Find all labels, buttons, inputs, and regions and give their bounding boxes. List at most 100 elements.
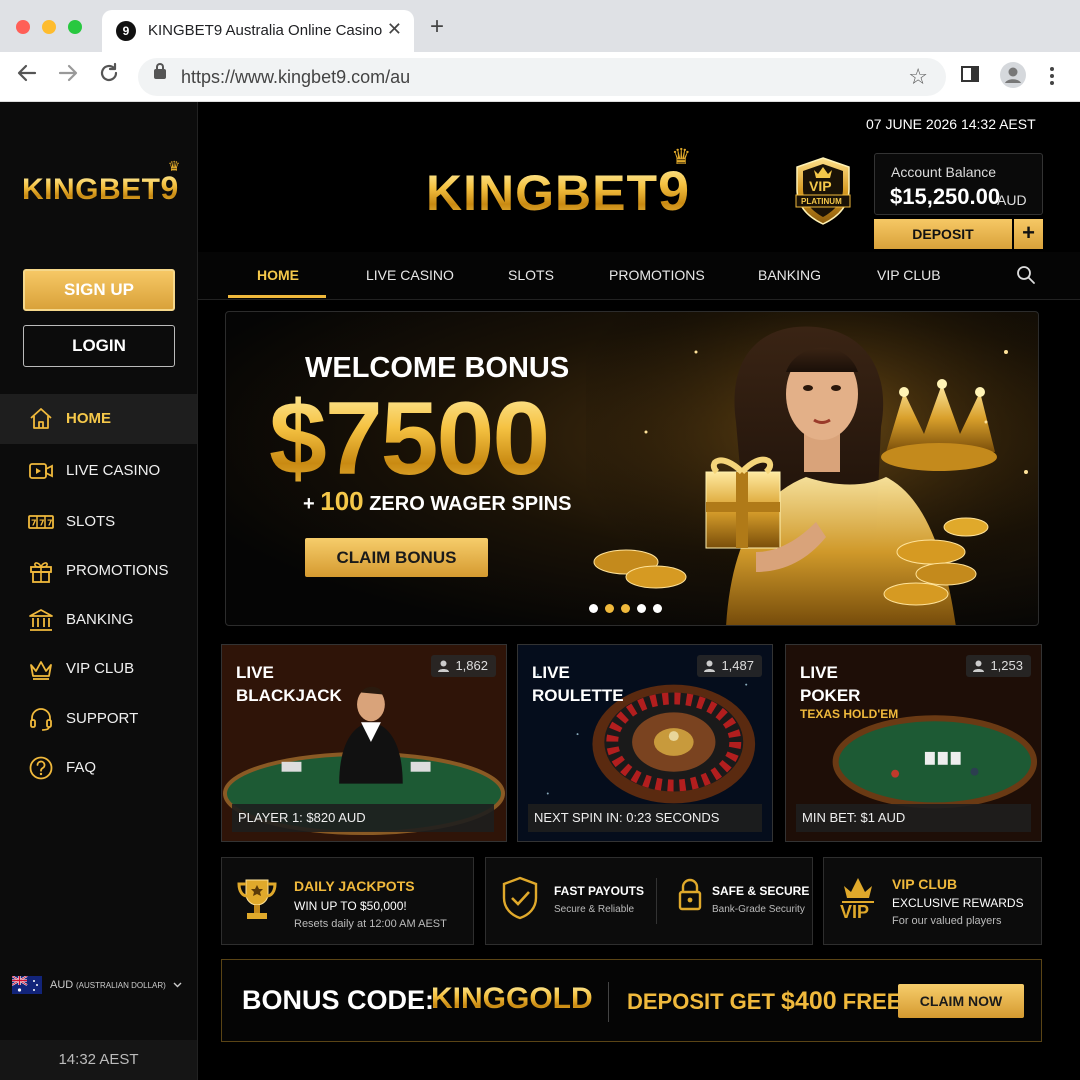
feature-small: Resets daily at 12:00 AM AEST	[294, 918, 447, 930]
feature-title: DAILY JACKPOTS	[294, 878, 415, 894]
sidebar-item-label: BANKING	[66, 611, 134, 628]
nav-promotions[interactable]: PROMOTIONS	[609, 267, 705, 283]
nav-active-indicator	[228, 295, 326, 298]
sidebar-clock: 14:32 AEST	[0, 1040, 197, 1080]
sidebar-item-home[interactable]: HOME	[0, 394, 197, 444]
feature-small: For our valued players	[892, 915, 1002, 927]
carousel-dot[interactable]	[589, 604, 598, 613]
hero-spins: + 100 ZERO WAGER SPINS	[303, 486, 571, 517]
tab-close-icon[interactable]: ✕	[387, 19, 402, 40]
reload-icon[interactable]	[98, 62, 120, 91]
profile-avatar-icon[interactable]	[1000, 62, 1026, 93]
main-logo[interactable]: KINGBET9 ♛	[426, 144, 691, 223]
side-panel-icon[interactable]	[960, 64, 980, 89]
carousel-dot[interactable]	[637, 604, 646, 613]
bonus-code-label: BONUS CODE:	[242, 985, 435, 1015]
headset-icon	[28, 706, 54, 732]
game-card-roulette[interactable]: LIVE ROULETTE 1,487 NEXT SPIN IN: 0:23 SE…	[517, 644, 773, 842]
sign-up-button[interactable]: SIGN UP	[23, 269, 175, 311]
game-card-title: LIVE BLACKJACK	[236, 661, 342, 707]
game-card-title: LIVE POKER	[800, 661, 860, 707]
header-datetime: 07 JUNE 2026 14:32 AEST	[866, 116, 1036, 132]
game-card-blackjack[interactable]: LIVE BLACKJACK 1,862 PLAYER 1: $820 AUD	[221, 644, 507, 842]
browser-tab[interactable]: 9 KINGBET9 Australia Online Casino ✕	[102, 10, 414, 52]
browser-tab-bar: 9 KINGBET9 Australia Online Casino ✕ +	[0, 0, 1080, 52]
vip-badge-top: VIP	[809, 178, 832, 194]
gift-icon	[28, 558, 54, 584]
home-icon	[28, 406, 54, 432]
sidebar-item-promotions[interactable]: PROMOTIONS	[0, 546, 197, 596]
nav-live-casino[interactable]: LIVE CASINO	[366, 267, 454, 283]
nav-home[interactable]: HOME	[257, 267, 299, 283]
slots-icon: 777	[28, 509, 54, 535]
search-icon[interactable]	[1016, 265, 1036, 290]
player-count-value: 1,253	[990, 658, 1023, 673]
sidebar-logo[interactable]: KINGBET9 ♛	[22, 158, 180, 207]
game-card-title-2: POKER	[800, 686, 861, 705]
url-text[interactable]: https://www.kingbet9.com/au	[181, 67, 410, 88]
main-logo-text: KINGBET	[426, 165, 658, 221]
carousel-dot[interactable]	[605, 604, 614, 613]
bonus-code-value[interactable]: KINGGOLD	[431, 982, 593, 1016]
address-bar[interactable]: https://www.kingbet9.com/au ☆	[138, 58, 946, 96]
deposit-button[interactable]: DEPOSIT	[874, 219, 1012, 249]
bonus-code-banner: BONUS CODE: KINGGOLD DEPOSIT GET $400 FR…	[221, 959, 1042, 1042]
sidebar-item-support[interactable]: SUPPORT	[0, 694, 197, 744]
nav-banking[interactable]: BANKING	[758, 267, 821, 283]
australia-flag-icon	[11, 975, 42, 994]
login-button[interactable]: LOGIN	[23, 325, 175, 367]
nav-vip-club[interactable]: VIP CLUB	[877, 267, 941, 283]
person-icon	[973, 660, 985, 672]
window-minimize-button[interactable]	[42, 20, 56, 34]
add-funds-button[interactable]: +	[1014, 219, 1043, 249]
trophy-icon	[236, 876, 278, 929]
feature-divider	[656, 878, 657, 924]
sidebar-item-label: HOME	[66, 410, 111, 427]
sidebar-item-label: FAQ	[66, 759, 97, 776]
game-card-footer: MIN BET: $1 AUD	[796, 804, 1031, 832]
bookmark-star-icon[interactable]: ☆	[908, 64, 928, 90]
sidebar-item-live-casino[interactable]: LIVE CASINO	[0, 446, 197, 496]
game-card-title-2: BLACKJACK	[236, 686, 342, 705]
player-count: 1,487	[697, 655, 762, 677]
promo-divider	[608, 982, 609, 1022]
sidebar-item-banking[interactable]: BANKING	[0, 595, 197, 645]
carousel-dot[interactable]	[621, 604, 630, 613]
sidebar-item-slots[interactable]: 777 SLOTS	[0, 497, 197, 547]
feature-vip-club[interactable]: VIP VIP CLUB EXCLUSIVE REWARDS For our v…	[823, 857, 1042, 945]
currency-label: AUD (AUSTRALIAN DOLLAR)	[50, 979, 182, 991]
game-card-title-1: LIVE	[236, 663, 274, 682]
hero-banner[interactable]: WELCOME BONUS $7500 + 100 ZERO WAGER SPI…	[225, 311, 1039, 626]
back-arrow-icon[interactable]	[16, 62, 38, 91]
feature-payouts-security: FAST PAYOUTS Secure & Reliable SAFE & SE…	[485, 857, 813, 945]
game-card-poker[interactable]: LIVE POKER TEXAS HOLD'EM 1,253 MIN BET: $…	[785, 644, 1042, 842]
window-close-button[interactable]	[16, 20, 30, 34]
currency-code: AUD	[50, 979, 74, 991]
sidebar-item-faq[interactable]: FAQ	[0, 743, 197, 793]
shield-check-icon	[502, 876, 538, 925]
hero-spins-prefix: +	[303, 493, 315, 515]
feature-small: Bank-Grade Security	[712, 904, 805, 915]
top-navigation: HOME LIVE CASINO SLOTS PROMOTIONS BANKIN…	[198, 252, 1080, 300]
claim-now-button[interactable]: CLAIM NOW	[898, 984, 1024, 1018]
balance-label: Account Balance	[891, 164, 997, 180]
feature-small: Secure & Reliable	[554, 904, 635, 915]
claim-bonus-button[interactable]: CLAIM BONUS	[305, 538, 488, 577]
logo-crown-icon: ♛	[671, 144, 693, 169]
balance-amount: $15,250.00	[890, 184, 1001, 209]
carousel-dot[interactable]	[653, 604, 662, 613]
sidebar-item-vip-club[interactable]: VIP CLUB	[0, 644, 197, 694]
feature-daily-jackpots[interactable]: DAILY JACKPOTS WIN UP TO $50,000! Resets…	[221, 857, 474, 945]
question-icon	[28, 755, 54, 781]
vip-platinum-badge[interactable]: VIP PLATINUM	[792, 155, 854, 227]
player-count-value: 1,862	[455, 658, 488, 673]
new-tab-button[interactable]: +	[430, 15, 444, 39]
nav-slots[interactable]: SLOTS	[508, 267, 554, 283]
person-icon	[438, 660, 450, 672]
account-balance-panel: Account Balance $15,250.00 AUD	[874, 153, 1043, 215]
window-maximize-button[interactable]	[68, 20, 82, 34]
player-count-value: 1,487	[721, 658, 754, 673]
browser-menu-icon[interactable]	[1048, 66, 1056, 91]
forward-arrow-icon[interactable]	[57, 62, 79, 91]
feature-title: FAST PAYOUTS	[554, 884, 645, 898]
